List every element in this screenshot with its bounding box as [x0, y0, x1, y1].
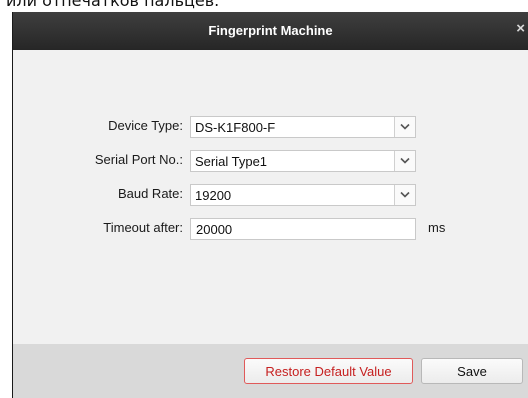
baud-rate-label: Baud Rate:: [117, 186, 183, 201]
baud-rate-dropdown-button[interactable]: [394, 185, 415, 205]
serial-port-label: Serial Port No.:: [94, 152, 183, 167]
close-icon[interactable]: ×: [516, 20, 525, 37]
dialog-title: Fingerprint Machine: [208, 23, 333, 38]
serial-port-dropdown-button[interactable]: [394, 151, 415, 171]
device-type-value: DS-K1F800-F: [195, 120, 276, 135]
timeout-input[interactable]: [190, 218, 416, 240]
fingerprint-machine-dialog: Fingerprint Machine × Device Type: DS-K1…: [12, 12, 528, 398]
timeout-unit-label: ms: [428, 220, 446, 235]
chevron-down-icon: [400, 123, 410, 130]
chevron-down-icon: [400, 157, 410, 164]
serial-port-value: Serial Type1: [195, 154, 268, 169]
device-type-label: Device Type:: [108, 118, 183, 133]
device-type-select[interactable]: DS-K1F800-F: [190, 116, 416, 138]
save-button[interactable]: Save: [421, 358, 523, 384]
serial-port-select[interactable]: Serial Type1: [190, 150, 416, 172]
dialog-titlebar: Fingerprint Machine ×: [13, 12, 528, 50]
background-page-text: или отпечатков пальцев.: [6, 0, 220, 10]
timeout-label: Timeout after:: [103, 220, 183, 235]
baud-rate-select[interactable]: 19200: [190, 184, 416, 206]
device-type-dropdown-button[interactable]: [394, 117, 415, 137]
dialog-content: Device Type: DS-K1F800-F Serial Port No.…: [13, 50, 528, 344]
chevron-down-icon: [400, 191, 410, 198]
baud-rate-value: 19200: [195, 188, 232, 203]
background-page-strip: или отпечатков пальцев.: [0, 0, 528, 12]
restore-default-button[interactable]: Restore Default Value: [244, 358, 413, 384]
